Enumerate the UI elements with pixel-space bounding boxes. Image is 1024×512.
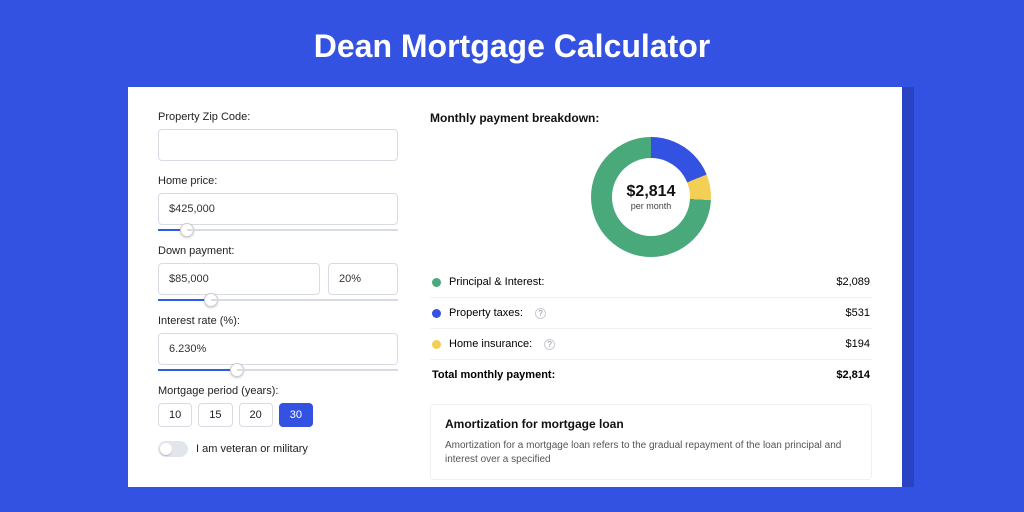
period-option-20[interactable]: 20 — [239, 403, 273, 427]
total-value: $2,814 — [836, 369, 870, 381]
legend-value: $531 — [846, 307, 870, 319]
toggle-knob — [160, 443, 172, 455]
interest-slider[interactable] — [158, 369, 398, 371]
dot-icon — [432, 340, 441, 349]
dot-icon — [432, 278, 441, 287]
page-title: Dean Mortgage Calculator — [0, 0, 1024, 87]
legend-insurance: Home insurance: ? $194 — [430, 329, 872, 360]
slider-thumb[interactable] — [180, 223, 194, 237]
total-label: Total monthly payment: — [432, 369, 555, 381]
legend-label: Home insurance: — [449, 338, 532, 350]
dot-icon — [432, 309, 441, 318]
home-price-field: Home price: — [158, 175, 398, 231]
down-payment-amount-input[interactable] — [158, 263, 320, 295]
legend-value: $2,089 — [836, 276, 870, 288]
legend-label: Principal & Interest: — [449, 276, 544, 288]
home-price-input[interactable] — [158, 193, 398, 225]
amortization-panel: Amortization for mortgage loan Amortizat… — [430, 404, 872, 480]
calculator-card: Property Zip Code: Home price: Down paym… — [128, 87, 902, 487]
period-option-30[interactable]: 30 — [279, 403, 313, 427]
legend-principal: Principal & Interest: $2,089 — [430, 267, 872, 298]
home-price-label: Home price: — [158, 175, 398, 187]
zip-input[interactable] — [158, 129, 398, 161]
donut-center: $2,814 per month — [612, 158, 690, 236]
period-option-15[interactable]: 15 — [198, 403, 232, 427]
zip-label: Property Zip Code: — [158, 111, 398, 123]
breakdown-column: Monthly payment breakdown: $2,814 per mo… — [430, 111, 872, 487]
down-payment-percent-input[interactable] — [328, 263, 398, 295]
period-label: Mortgage period (years): — [158, 385, 398, 397]
donut-amount: $2,814 — [627, 183, 676, 201]
interest-field: Interest rate (%): — [158, 315, 398, 371]
interest-label: Interest rate (%): — [158, 315, 398, 327]
legend-value: $194 — [846, 338, 870, 350]
amortization-title: Amortization for mortgage loan — [445, 417, 857, 431]
veteran-toggle[interactable] — [158, 441, 188, 457]
legend-label: Property taxes: — [449, 307, 523, 319]
zip-field: Property Zip Code: — [158, 111, 398, 161]
down-payment-label: Down payment: — [158, 245, 398, 257]
donut-sub: per month — [631, 201, 672, 211]
donut-chart: $2,814 per month — [591, 137, 711, 257]
slider-thumb[interactable] — [230, 363, 244, 377]
down-payment-slider[interactable] — [158, 299, 398, 301]
veteran-label: I am veteran or military — [196, 443, 308, 455]
slider-thumb[interactable] — [204, 293, 218, 307]
interest-input[interactable] — [158, 333, 398, 365]
home-price-slider[interactable] — [158, 229, 398, 231]
period-field: Mortgage period (years): 10 15 20 30 — [158, 385, 398, 427]
donut-chart-wrap: $2,814 per month — [430, 131, 872, 267]
info-icon[interactable]: ? — [544, 339, 555, 350]
card-shadow: Property Zip Code: Home price: Down paym… — [128, 87, 914, 487]
legend-total: Total monthly payment: $2,814 — [430, 360, 872, 390]
amortization-text: Amortization for a mortgage loan refers … — [445, 439, 857, 467]
period-options: 10 15 20 30 — [158, 403, 398, 427]
inputs-column: Property Zip Code: Home price: Down paym… — [158, 111, 398, 487]
breakdown-title: Monthly payment breakdown: — [430, 111, 872, 125]
period-option-10[interactable]: 10 — [158, 403, 192, 427]
down-payment-field: Down payment: — [158, 245, 398, 301]
info-icon[interactable]: ? — [535, 308, 546, 319]
veteran-row: I am veteran or military — [158, 441, 398, 457]
legend-taxes: Property taxes: ? $531 — [430, 298, 872, 329]
